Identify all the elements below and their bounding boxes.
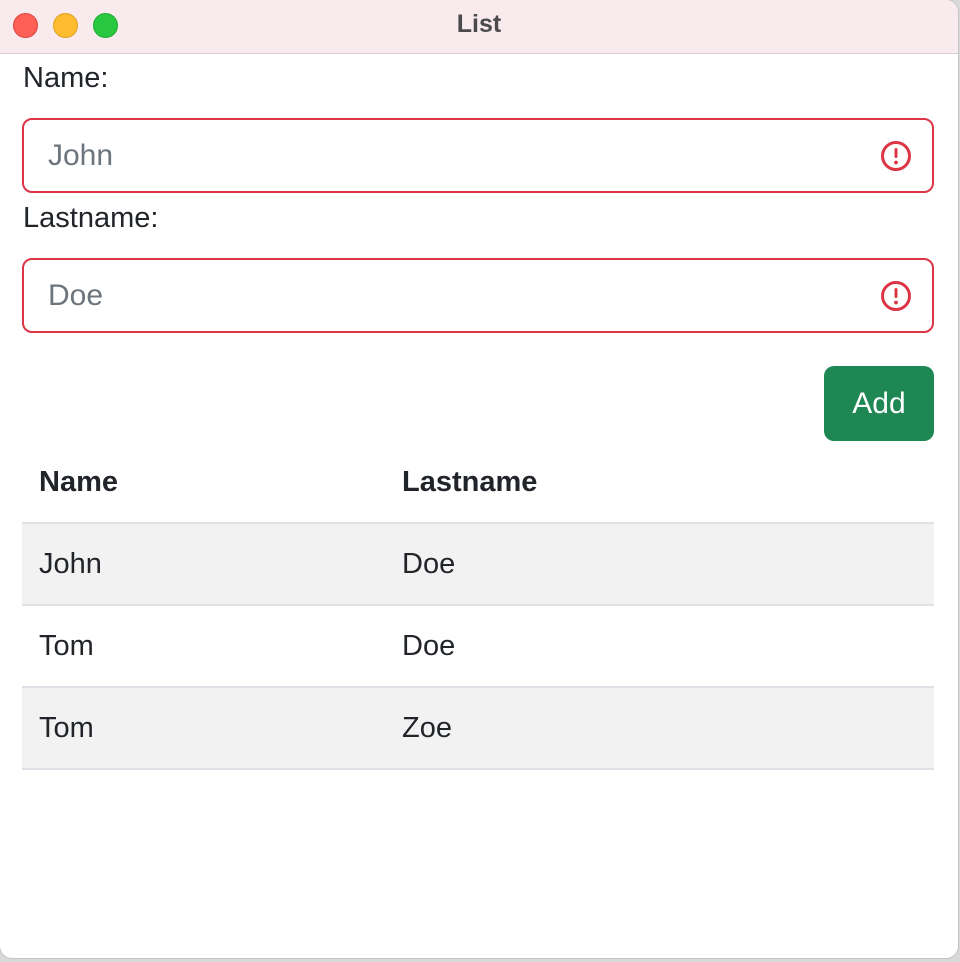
cell-name: John xyxy=(22,523,385,606)
name-label: Name: xyxy=(23,62,109,94)
cell-name: Tom xyxy=(22,687,385,770)
title-bar[interactable]: List xyxy=(0,0,958,54)
table-header-row: Name Lastname xyxy=(22,442,934,524)
table-row[interactable]: Tom Doe xyxy=(22,605,934,688)
exclamation-circle-icon xyxy=(881,141,911,171)
cell-lastname: Doe xyxy=(385,523,934,606)
lastname-field-wrapper xyxy=(22,258,934,333)
name-field-wrapper xyxy=(22,118,934,193)
lastname-input[interactable] xyxy=(48,260,868,331)
add-button[interactable]: Add xyxy=(824,366,934,441)
cell-lastname: Doe xyxy=(385,605,934,688)
column-header-name: Name xyxy=(22,442,385,524)
lastname-label: Lastname: xyxy=(23,202,159,234)
name-input[interactable] xyxy=(48,120,868,191)
exclamation-circle-icon xyxy=(881,281,911,311)
window-title: List xyxy=(456,10,502,38)
app-window: List Name: Lastname: Add Name xyxy=(0,0,958,958)
cell-name: Tom xyxy=(22,605,385,688)
cell-lastname: Zoe xyxy=(385,687,934,770)
people-table: Name Lastname John Doe Tom Doe Tom Zoe xyxy=(22,442,934,770)
column-header-lastname: Lastname xyxy=(385,442,934,524)
table-row[interactable]: John Doe xyxy=(22,523,934,606)
table-row[interactable]: Tom Zoe xyxy=(22,687,934,770)
